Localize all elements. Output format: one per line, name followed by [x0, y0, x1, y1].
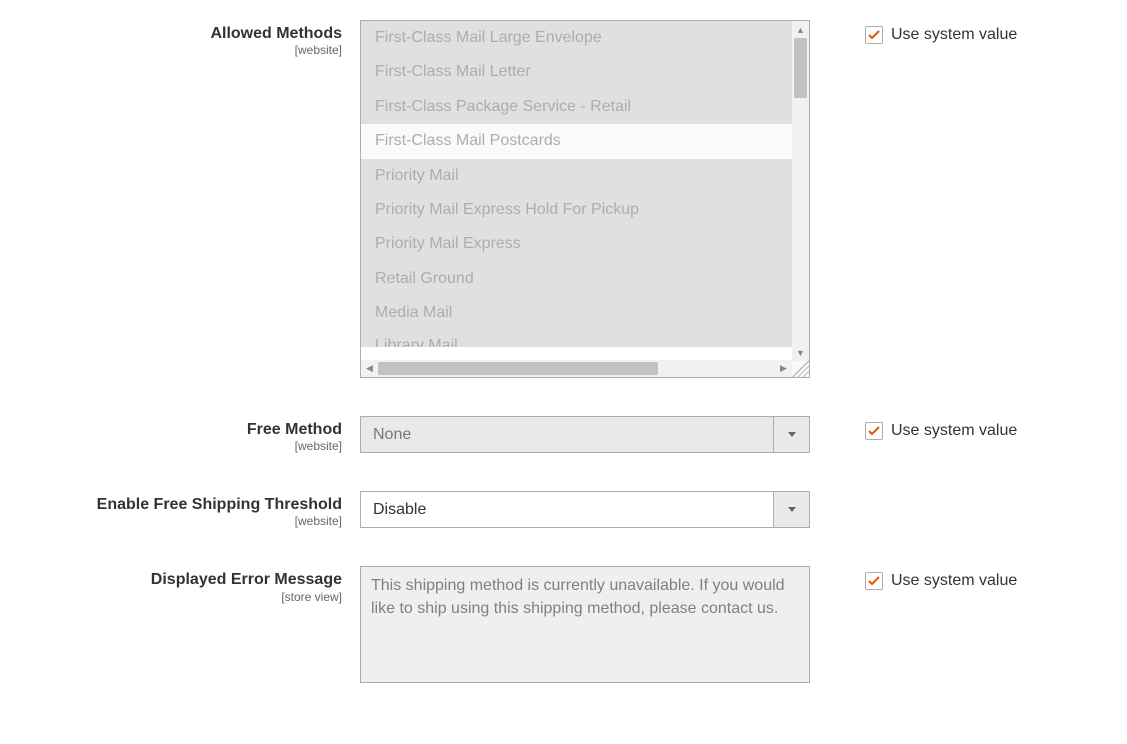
- scope-website-label: [website]: [0, 43, 342, 57]
- list-item: First-Class Mail Postcards: [361, 124, 792, 158]
- free-method-select-toggle: [773, 416, 810, 453]
- scope-website-label: [website]: [0, 439, 342, 453]
- list-item: Media Mail: [361, 296, 792, 330]
- caret-down-icon: [788, 507, 796, 512]
- list-item: Retail Ground: [361, 262, 792, 296]
- displayed-error-message-textarea: [360, 566, 810, 683]
- free-method-label: Free Method: [247, 421, 342, 438]
- enable-free-shipping-threshold-select-toggle[interactable]: [773, 491, 810, 528]
- horizontal-scroll-thumb[interactable]: [378, 362, 658, 375]
- enable-free-shipping-threshold-label: Enable Free Shipping Threshold: [97, 496, 342, 513]
- list-item: First-Class Mail Large Envelope: [361, 21, 792, 55]
- list-item: Priority Mail Express: [361, 227, 792, 261]
- use-system-value-label[interactable]: Use system value: [891, 422, 1017, 440]
- list-item: Priority Mail Express Hold For Pickup: [361, 193, 792, 227]
- list-item: First-Class Package Service - Retail: [361, 90, 792, 124]
- free-method-select-value: None: [360, 416, 773, 453]
- enable-free-shipping-threshold-select-value: Disable: [360, 491, 773, 528]
- allowed-methods-label: Allowed Methods: [210, 25, 342, 42]
- scope-storeview-label: [store view]: [0, 590, 342, 604]
- vertical-scrollbar[interactable]: ▲ ▼: [792, 21, 809, 361]
- use-system-value-label[interactable]: Use system value: [891, 26, 1017, 44]
- scroll-up-arrow-icon[interactable]: ▲: [792, 21, 809, 38]
- caret-down-icon: [788, 432, 796, 437]
- list-item: Priority Mail: [361, 159, 792, 193]
- use-system-value-checkbox-allowed-methods[interactable]: [865, 26, 883, 44]
- scroll-down-arrow-icon[interactable]: ▼: [792, 344, 809, 361]
- use-system-value-checkbox-free-method[interactable]: [865, 422, 883, 440]
- use-system-value-checkbox-displayed-error-message[interactable]: [865, 572, 883, 590]
- allowed-methods-multiselect: First-Class Mail Large EnvelopeFirst-Cla…: [360, 20, 810, 378]
- list-item: First-Class Mail Letter: [361, 55, 792, 89]
- displayed-error-message-label: Displayed Error Message: [151, 571, 342, 588]
- list-item: Library Mail: [361, 331, 792, 347]
- scroll-right-arrow-icon[interactable]: ▶: [775, 360, 792, 377]
- free-method-select: None: [360, 416, 810, 453]
- scroll-left-arrow-icon[interactable]: ◀: [361, 360, 378, 377]
- enable-free-shipping-threshold-select[interactable]: Disable: [360, 491, 810, 528]
- vertical-scroll-thumb[interactable]: [794, 38, 807, 98]
- scope-website-label: [website]: [0, 514, 342, 528]
- horizontal-scrollbar[interactable]: ◀ ▶: [361, 360, 792, 377]
- use-system-value-label[interactable]: Use system value: [891, 572, 1017, 590]
- resize-grip-icon[interactable]: [792, 360, 809, 377]
